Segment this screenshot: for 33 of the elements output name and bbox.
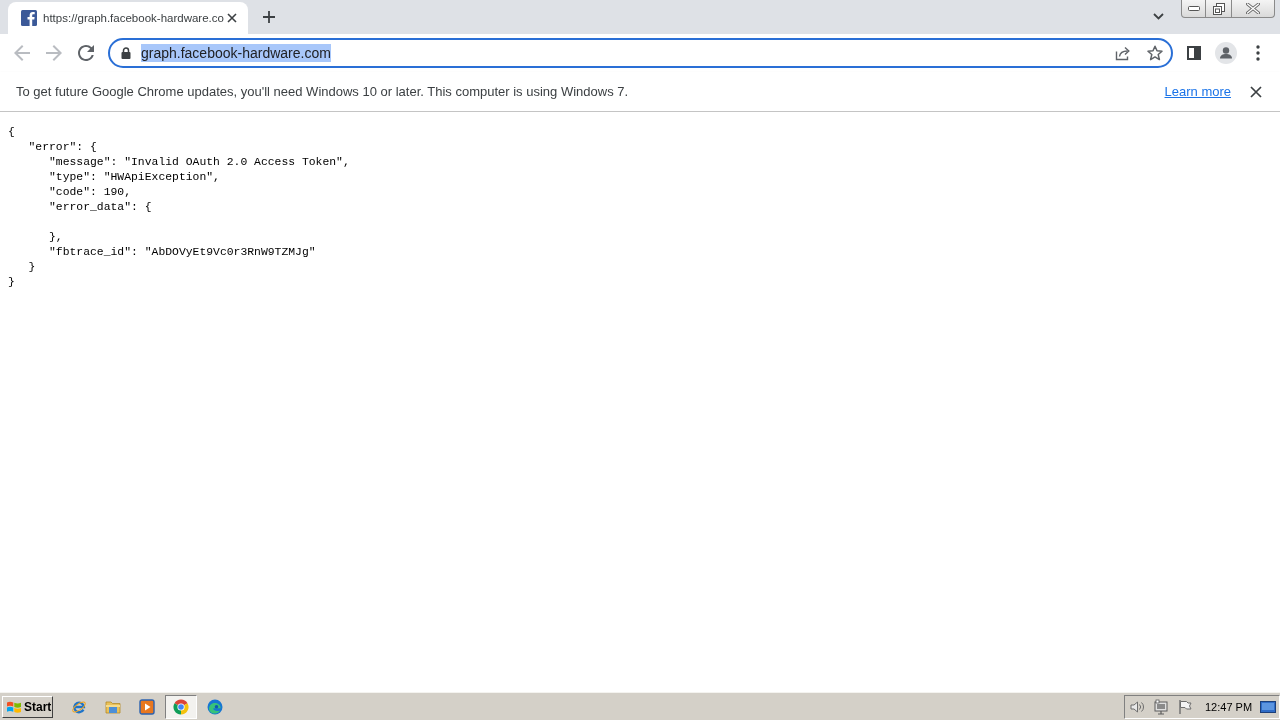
monitor-icon[interactable] — [1153, 698, 1169, 715]
json-response-text: { "error": { "message": "Invalid OAuth 2.0 Access Token", "type": "HWApiException", "code": 190, "error_data": { }, "fbtrace_id": "AbDOVyEt9Vc0r3RnW9TZMJg" } } — [8, 125, 350, 290]
close-icon — [1246, 3, 1260, 14]
desktop-icon[interactable] — [1260, 700, 1277, 713]
url-text[interactable]: graph.facebook-hardware.com — [141, 44, 331, 62]
menu-icon[interactable] — [1256, 45, 1260, 61]
lock-icon[interactable] — [121, 47, 131, 59]
plus-icon[interactable] — [263, 11, 275, 23]
avatar-icon[interactable] — [1215, 42, 1237, 64]
e-logo-icon — [71, 698, 87, 715]
close-icon[interactable] — [227, 13, 237, 23]
learn-more-link[interactable]: Learn more — [1164, 84, 1231, 99]
reload-icon[interactable] — [78, 45, 94, 61]
share-icon[interactable] — [1115, 45, 1131, 61]
speaker-icon[interactable] — [1129, 698, 1145, 715]
close-icon[interactable] — [1250, 85, 1262, 98]
circle-logo-icon — [173, 698, 189, 715]
restore-icon — [1212, 2, 1225, 15]
browser-tab[interactable]: https://graph.facebook-hardware.co — [8, 2, 248, 34]
folder-icon — [105, 698, 121, 715]
play-icon — [139, 698, 155, 715]
info-message: To get future Google Chrome updates, you'll need Windows 10 or later. This computer is using Windows 7. — [16, 84, 629, 99]
flag-icon[interactable] — [1177, 698, 1193, 715]
minimize-icon — [1187, 6, 1200, 11]
star-icon[interactable] — [1147, 45, 1163, 61]
start-button[interactable]: Start — [2, 695, 53, 718]
side-panel-icon[interactable] — [1187, 46, 1201, 60]
address-bar[interactable]: graph.facebook-hardware.com — [108, 38, 1173, 68]
taskbar-button[interactable] — [165, 694, 197, 719]
chevron-down-icon[interactable] — [1153, 13, 1164, 20]
site-logo-icon — [21, 10, 37, 26]
clock-text[interactable]: 12:47 PM — [1205, 700, 1253, 713]
swirl-logo-icon — [207, 698, 223, 715]
